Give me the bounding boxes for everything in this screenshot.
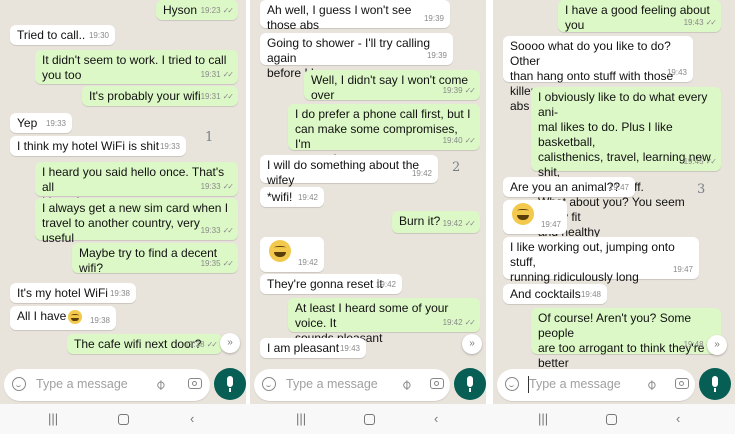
message-composer[interactable]: Type a message ⌀ (497, 369, 695, 401)
message-incoming[interactable]: They're gonna reset it 19:42 (260, 274, 402, 294)
screenshot-collage: Hyson 19:23 ✓✓ Tried to call.. 19:30 It d… (0, 0, 735, 434)
message-incoming[interactable]: I like working out, jumping onto stuff, … (503, 237, 699, 299)
microphone-icon (712, 376, 718, 387)
message-outgoing[interactable]: Burn it? 19:42 ✓✓ (392, 211, 480, 233)
message-incoming[interactable]: It's my hotel WiFi 19:38 (10, 283, 136, 303)
system-navigation-bar: ||| ‹ ||| ‹ ||| ‹ (0, 404, 735, 434)
message-outgoing[interactable]: I do prefer a phone call first, but I ca… (288, 104, 480, 166)
message-outgoing[interactable]: I have a good feeling about you 19:43 ✓✓ (558, 0, 721, 32)
message-incoming[interactable]: Are you an animal?? 19:47 (503, 177, 635, 197)
message-incoming[interactable]: Tried to call.. 19:30 (10, 25, 115, 45)
message-outgoing[interactable]: I always get a new sim card when I trave… (35, 198, 238, 245)
microphone-button[interactable] (454, 368, 486, 400)
paperclip-icon[interactable]: ⌀ (151, 376, 169, 394)
message-outgoing[interactable]: It didn't seem to work. I tried to call … (35, 50, 238, 84)
read-receipt-icon: ✓✓ (222, 92, 234, 101)
smiley-icon[interactable] (505, 377, 519, 391)
message-input[interactable]: Type a message (529, 377, 621, 391)
read-receipt-icon: ✓✓ (464, 86, 476, 95)
microphone-button[interactable] (699, 368, 731, 400)
microphone-button[interactable] (214, 368, 246, 400)
laughing-emoji-icon (68, 309, 83, 324)
screen-number-annotation: 2 (452, 160, 461, 175)
message-outgoing[interactable]: I obviously like to do what every ani- m… (531, 87, 721, 239)
message-incoming[interactable]: I am pleasant 19:43 (260, 338, 366, 358)
chat-screen-2: Ah well, I guess I won't see those abs 1… (250, 0, 486, 434)
scroll-down-button[interactable]: » (220, 333, 240, 353)
read-receipt-icon: ✓✓ (222, 70, 234, 79)
paperclip-icon[interactable]: ⌀ (642, 376, 660, 394)
scroll-down-button[interactable]: » (462, 334, 482, 354)
camera-icon[interactable] (188, 378, 202, 389)
message-outgoing[interactable]: It's probably your wifi 19:31 ✓✓ (82, 86, 238, 106)
paperclip-icon[interactable]: ⌀ (397, 376, 415, 394)
home-icon[interactable] (364, 414, 375, 425)
chat-screen-3: I have a good feeling about you 19:43 ✓✓ … (493, 0, 735, 434)
back-icon[interactable]: ‹ (190, 411, 194, 426)
message-incoming[interactable]: I will do something about the wifey 19:4… (260, 155, 438, 187)
message-incoming[interactable]: *wifi! 19:42 (260, 187, 324, 207)
message-outgoing[interactable]: The cafe wifi next door? 19:38 ✓✓ (67, 334, 222, 354)
home-icon[interactable] (606, 414, 617, 425)
message-composer[interactable]: Type a message ⌀ (4, 369, 210, 401)
grinning-emoji-icon (512, 203, 534, 225)
message-outgoing[interactable]: Well, I didn't say I won't come over 19:… (304, 70, 480, 102)
recents-icon[interactable]: ||| (538, 411, 548, 426)
home-icon[interactable] (118, 414, 129, 425)
message-incoming[interactable]: Yep 19:33 (10, 113, 72, 133)
message-input[interactable]: Type a message (286, 377, 378, 391)
message-outgoing[interactable]: Maybe try to find a decent wifi? 19:35 ✓✓ (72, 243, 238, 275)
message-incoming[interactable]: Soooo what do you like to do? Other than… (503, 36, 693, 113)
smiley-icon[interactable] (262, 377, 276, 391)
message-incoming[interactable]: And cocktails 19:48 (503, 284, 607, 304)
message-incoming[interactable]: I think my hotel WiFi is shit 19:33 (10, 136, 186, 156)
message-outgoing[interactable]: At least I heard some of your voice. It … (288, 298, 480, 345)
microphone-icon (467, 376, 473, 387)
read-receipt-icon: ✓✓ (705, 18, 717, 27)
read-receipt-icon: ✓✓ (464, 219, 476, 228)
screen-number-annotation: 1 (205, 130, 214, 145)
message-outgoing[interactable]: Hyson 19:23 ✓✓ (156, 0, 238, 20)
read-receipt-icon: ✓✓ (705, 157, 717, 166)
message-incoming[interactable]: Going to shower - I'll try calling again… (260, 33, 453, 80)
message-outgoing[interactable]: Of course! Aren't you? Some people are t… (531, 308, 721, 385)
message-composer[interactable]: Type a message ⌀ (254, 369, 450, 401)
back-icon[interactable]: ‹ (434, 411, 438, 426)
message-incoming[interactable]: All I have 19:38 (10, 306, 116, 330)
message-outgoing[interactable]: I heard you said hello once. That's all … (35, 162, 238, 209)
chat-screen-1: Hyson 19:23 ✓✓ Tried to call.. 19:30 It d… (0, 0, 246, 434)
laughing-emoji-icon (269, 240, 291, 262)
recents-icon[interactable]: ||| (48, 411, 58, 426)
scroll-down-button[interactable]: » (707, 335, 727, 355)
read-receipt-icon: ✓✓ (464, 136, 476, 145)
message-incoming[interactable]: 19:47 (503, 200, 567, 234)
read-receipt-icon: ✓✓ (222, 226, 234, 235)
camera-icon[interactable] (430, 378, 444, 389)
microphone-icon (227, 376, 233, 387)
read-receipt-icon: ✓✓ (222, 182, 234, 191)
smiley-icon[interactable] (12, 377, 26, 391)
recents-icon[interactable]: ||| (296, 411, 306, 426)
screen-number-annotation: 3 (697, 182, 706, 197)
read-receipt-icon: ✓✓ (464, 318, 476, 327)
back-icon[interactable]: ‹ (676, 411, 680, 426)
message-incoming[interactable]: Ah well, I guess I won't see those abs 1… (260, 0, 450, 32)
read-receipt-icon: ✓✓ (206, 340, 218, 349)
message-input[interactable]: Type a message (36, 377, 128, 391)
read-receipt-icon: ✓✓ (222, 259, 234, 268)
message-incoming[interactable]: 19:42 (260, 237, 324, 272)
camera-icon[interactable] (675, 378, 689, 389)
read-receipt-icon: ✓✓ (222, 6, 234, 15)
